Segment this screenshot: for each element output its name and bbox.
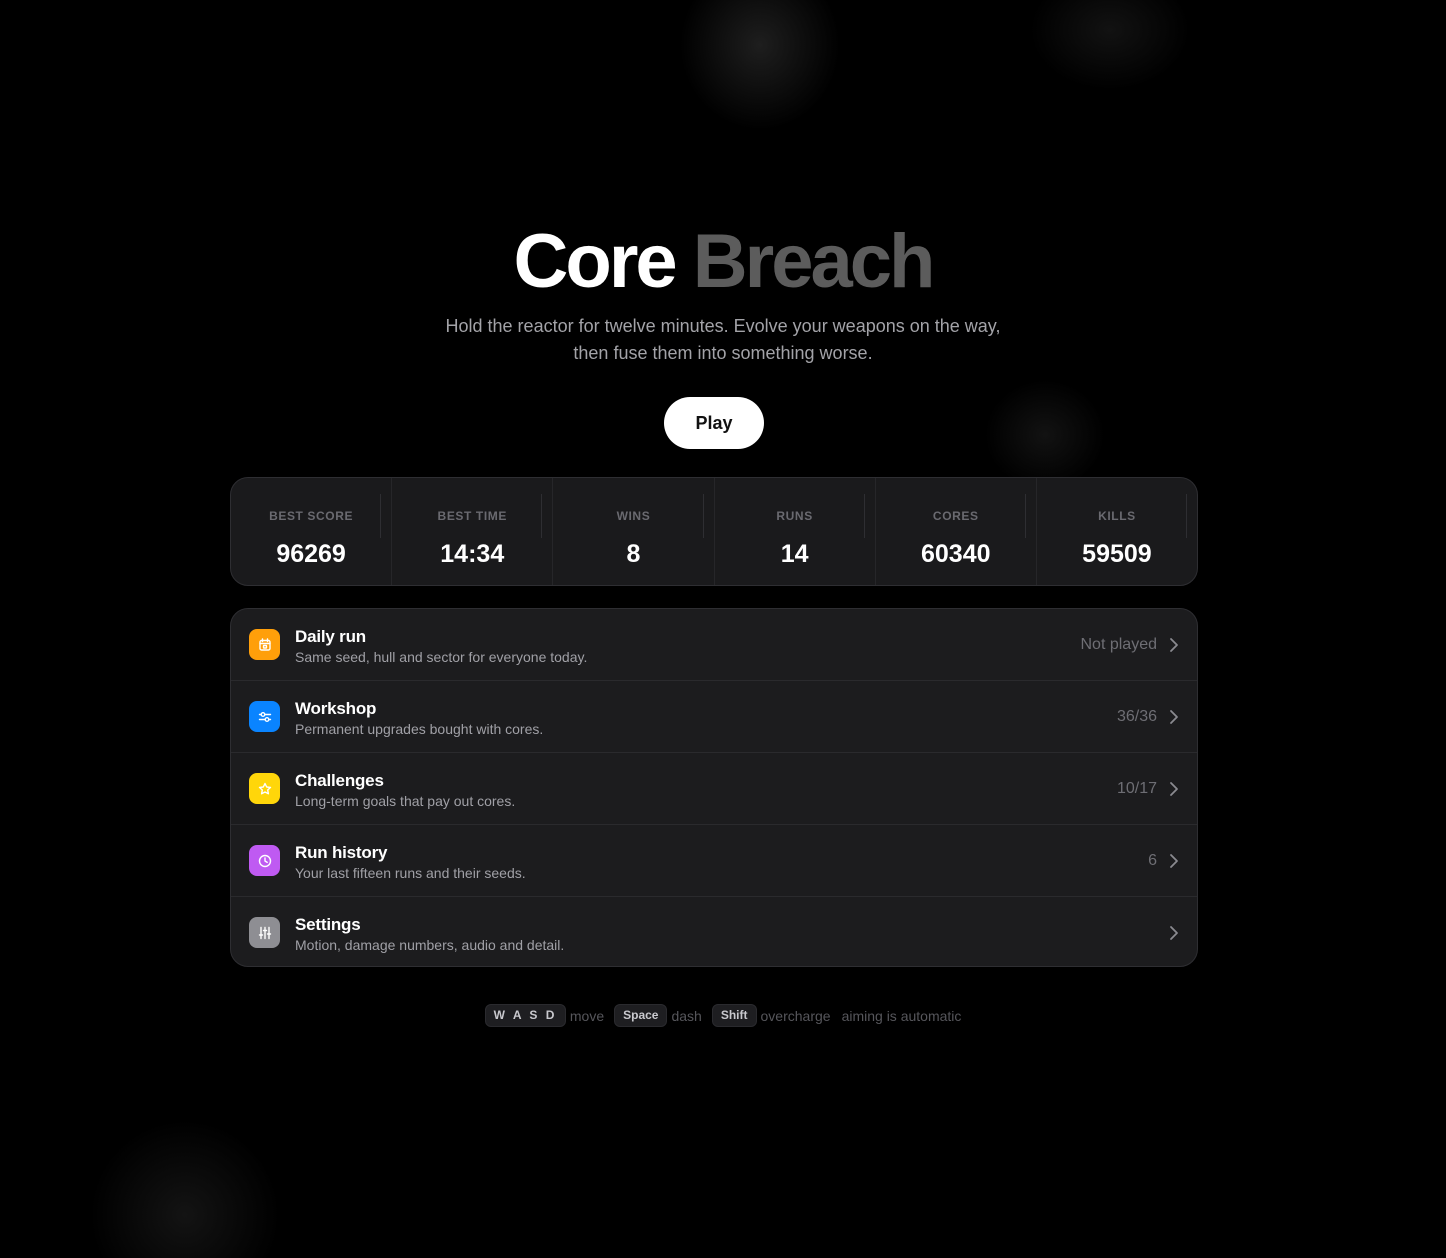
stat-label: RUNS: [776, 509, 813, 523]
chevron-right-icon: [1170, 710, 1178, 724]
control-move-label: move: [569, 1007, 605, 1024]
key-space: Space: [614, 1004, 668, 1027]
chevron-right-icon: [1170, 638, 1178, 652]
menu-item-status: 36/36: [1116, 708, 1157, 725]
tune-icon: [249, 917, 280, 948]
stat-best-time: BEST TIME 14:34: [392, 478, 554, 585]
stat-value: 14:34: [440, 540, 505, 568]
tagline-line-2: then fuse them into something worse.: [573, 343, 873, 363]
key-wasd: W A S D: [484, 1004, 566, 1027]
control-dash-label: dash: [671, 1007, 702, 1024]
key-shift: Shift: [711, 1004, 757, 1027]
game-title-core: Core: [513, 219, 678, 304]
menu-item-run-history[interactable]: Run history Your last fifteen runs and t…: [231, 825, 1197, 897]
clock-icon: [249, 845, 280, 876]
stat-value: 14: [780, 540, 809, 568]
stat-label: WINS: [616, 509, 651, 523]
background-glow: [90, 1120, 280, 1258]
play-button[interactable]: Play: [664, 397, 764, 449]
menu-item-subtitle: Same seed, hull and sector for everyone …: [295, 649, 588, 665]
menu-item-settings[interactable]: Settings Motion, damage numbers, audio a…: [231, 897, 1197, 966]
stat-label: BEST TIME: [437, 509, 507, 523]
stat-value: 60340: [921, 540, 991, 568]
menu-item-title: Challenges: [295, 771, 384, 790]
menu-item-workshop[interactable]: Workshop Permanent upgrades bought with …: [231, 681, 1197, 753]
menu-item-status: Not played: [1080, 636, 1158, 653]
stat-runs: RUNS 14: [715, 478, 876, 585]
calendar-icon: [249, 629, 280, 660]
menu-item-title: Workshop: [295, 699, 377, 718]
stat-best-score: BEST SCORE 96269: [231, 478, 393, 585]
menu-item-status: 10/17: [1116, 780, 1157, 797]
stat-label: BEST SCORE: [269, 509, 354, 523]
stat-value: 59509: [1082, 540, 1152, 568]
chevron-right-icon: [1170, 854, 1178, 868]
stat-label: KILLS: [1098, 509, 1136, 523]
menu-item-subtitle: Permanent upgrades bought with cores.: [295, 721, 544, 737]
tagline-line-1: Hold the reactor for twelve minutes. Evo…: [445, 316, 1001, 336]
game-title-breach: Breach: [692, 219, 936, 304]
stat-cores: CORES 60340: [876, 478, 1037, 585]
background-glow: [985, 380, 1105, 490]
stat-kills: KILLS 59509: [1037, 478, 1197, 585]
stat-value: 8: [626, 540, 641, 568]
menu-item-title: Settings: [295, 915, 361, 934]
stat-label: CORES: [932, 509, 979, 523]
stats-panel: BEST SCORE 96269 BEST TIME 14:34 WINS 8 …: [230, 477, 1198, 586]
control-overcharge-label: overcharge: [760, 1007, 831, 1024]
tagline: Hold the reactor for twelve minutes. Evo…: [373, 313, 1073, 367]
background-glow: [680, 0, 840, 130]
controls-hint: W A S D move Space dash Shift overcharge…: [0, 1004, 1446, 1027]
main-menu-list: Daily run Same seed, hull and sector for…: [230, 608, 1198, 967]
menu-item-subtitle: Long-term goals that pay out cores.: [295, 793, 516, 809]
menu-item-daily-run[interactable]: Daily run Same seed, hull and sector for…: [231, 609, 1197, 681]
menu-item-status: 6: [1148, 852, 1157, 869]
menu-item-title: Daily run: [295, 627, 366, 646]
stat-value: 96269: [276, 540, 346, 568]
star-icon: [249, 773, 280, 804]
chevron-right-icon: [1170, 926, 1178, 940]
aiming-note: aiming is automatic: [841, 1007, 962, 1024]
menu-item-title: Run history: [295, 843, 388, 862]
game-title: Core Breach: [0, 219, 1446, 305]
stat-wins: WINS 8: [553, 478, 715, 585]
chevron-right-icon: [1170, 782, 1178, 796]
background-glow: [1030, 0, 1190, 90]
sliders-icon: [249, 701, 280, 732]
menu-item-subtitle: Motion, damage numbers, audio and detail…: [295, 937, 565, 953]
menu-item-subtitle: Your last fifteen runs and their seeds.: [295, 865, 526, 881]
main-menu-screen: Core Breach Hold the reactor for twelve …: [0, 0, 1446, 1258]
menu-item-challenges[interactable]: Challenges Long-term goals that pay out …: [231, 753, 1197, 825]
